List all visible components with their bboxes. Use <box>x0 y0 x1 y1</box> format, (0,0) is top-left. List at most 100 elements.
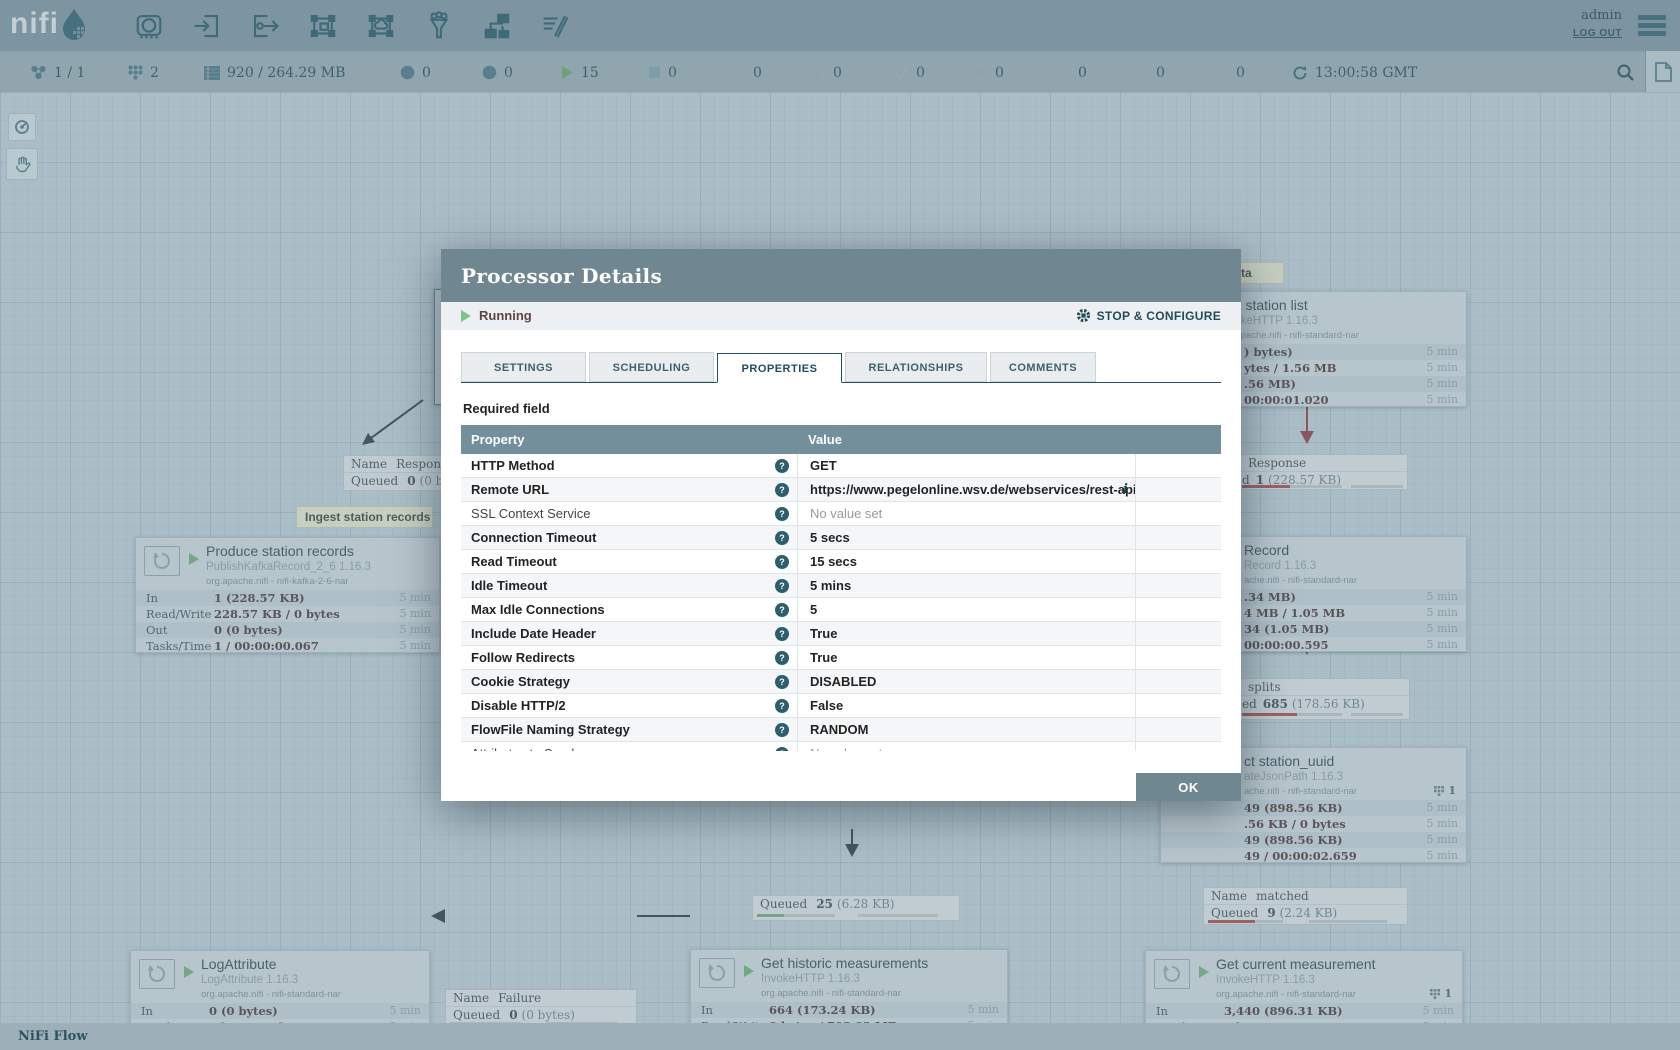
check-icon <box>894 66 909 79</box>
property-row-attributes-to-send[interactable]: Attributes to Send? No value set <box>461 742 1221 751</box>
help-icon[interactable]: ? <box>775 723 789 737</box>
remote-process-group-icon <box>366 11 396 41</box>
running-icon <box>189 553 199 565</box>
help-icon[interactable]: ? <box>775 627 789 641</box>
breadcrumb[interactable]: NiFi Flow <box>18 1029 88 1044</box>
locally-modified-count: 0 <box>974 52 1004 93</box>
cluster-node-badge: 1 <box>1430 987 1452 1000</box>
tab-relationships[interactable]: RELATIONSHIPS <box>845 352 987 382</box>
dialog-title: Processor Details <box>461 264 662 288</box>
ok-button[interactable]: OK <box>1136 773 1241 801</box>
property-row-cookie-strategy[interactable]: Cookie Strategy? DISABLED <box>461 670 1221 694</box>
refresh-icon <box>1292 65 1308 81</box>
process-group-icon <box>308 11 338 41</box>
pan-tool-button[interactable] <box>6 148 38 180</box>
transmitting-count: 0 <box>400 52 431 93</box>
processor-bundle: org.apache.nifi - nifi-kafka-2-6-nar <box>206 576 349 587</box>
drag-process-group-button[interactable] <box>302 8 344 44</box>
property-row-remote-url[interactable]: Remote URL? https://www.pegelonline.wsv.… <box>461 478 1221 502</box>
template-icon <box>482 11 512 41</box>
help-icon[interactable]: ? <box>775 651 789 665</box>
top-toolbar: nifi admin LOG OUT <box>0 0 1680 51</box>
processor-bundle: ache.nifi - nifi-standard-nar <box>1244 575 1357 586</box>
disabled-icon <box>812 65 826 80</box>
warning-icon <box>730 66 746 80</box>
dialog-status-row: Running STOP & CONFIGURE <box>441 302 1241 330</box>
property-row-follow-redirects[interactable]: Follow Redirects? True <box>461 646 1221 670</box>
drag-template-button[interactable] <box>476 8 518 44</box>
current-user: admin <box>1573 8 1622 23</box>
connection-label-live-response[interactable]: Response d1(228.57 KB) <box>1240 454 1408 490</box>
connection-label-splits[interactable]: splits ed685(178.56 KB) <box>1240 678 1410 720</box>
drag-processor-button[interactable] <box>128 8 170 44</box>
status-bar: 1 / 1 2 920 / 264.29 MB 0 0 15 0 0 <box>0 51 1680 92</box>
search-button[interactable] <box>1616 63 1635 87</box>
logout-link[interactable]: LOG OUT <box>1573 28 1622 39</box>
queue-list-icon <box>204 66 220 80</box>
processor-type-icon <box>699 958 735 988</box>
processor-type: LogAttribute 1.16.3 <box>201 974 298 986</box>
up-to-date-count: 0 <box>894 52 925 93</box>
property-row-read-timeout[interactable]: Read Timeout? 15 secs <box>461 550 1221 574</box>
dialog-tabs: SETTINGS SCHEDULING PROPERTIES RELATIONS… <box>461 352 1221 383</box>
processor-produce-station-records[interactable]: Produce station records PublishKafkaReco… <box>135 537 440 653</box>
stop-and-configure-button[interactable]: STOP & CONFIGURE <box>1076 308 1221 323</box>
help-icon[interactable]: ? <box>775 579 789 593</box>
tab-settings[interactable]: SETTINGS <box>461 352 586 382</box>
flow-label-ingest-station-records[interactable]: Ingest station records <box>296 506 433 528</box>
asterisk-icon <box>974 66 988 80</box>
property-row-connection-timeout[interactable]: Connection Timeout? 5 secs <box>461 526 1221 550</box>
property-row-ssl-context-service[interactable]: SSL Context Service? No value set <box>461 502 1221 526</box>
hand-icon <box>14 156 31 173</box>
help-icon[interactable]: ? <box>775 699 789 713</box>
drag-funnel-button[interactable] <box>418 8 460 44</box>
processor-details-dialog: Processor Details Running STOP & CONFIGU… <box>441 249 1241 801</box>
help-icon[interactable]: ? <box>775 675 789 689</box>
svg-text:?: ? <box>1219 68 1224 78</box>
connection-label-failure[interactable]: NameFailure Queued0(0 bytes) <box>445 989 637 1027</box>
help-icon[interactable]: ? <box>775 459 789 473</box>
help-icon[interactable]: ? <box>775 747 789 751</box>
birdseye-button[interactable] <box>8 113 36 141</box>
tab-properties[interactable]: PROPERTIES <box>717 353 842 383</box>
property-row-include-date-header[interactable]: Include Date Header? True <box>461 622 1221 646</box>
document-icon <box>1655 62 1672 82</box>
nifi-logo[interactable]: nifi <box>10 7 89 41</box>
help-icon[interactable]: ? <box>775 603 789 617</box>
running-icon <box>744 965 754 977</box>
property-row-max-idle-connections[interactable]: Max Idle Connections? 5 <box>461 598 1221 622</box>
property-row-http-method[interactable]: HTTP Method? GET <box>461 454 1221 478</box>
properties-table: Property Value HTTP Method? GET Remote U… <box>461 425 1221 751</box>
sync-failure-count: ? 0 <box>1214 52 1245 93</box>
help-icon[interactable]: ? <box>775 555 789 569</box>
processor-type: InvokeHTTP 1.16.3 <box>1216 974 1315 986</box>
drag-input-port-button[interactable] <box>186 8 228 44</box>
help-icon[interactable]: ? <box>775 531 789 545</box>
processor-name: Get current measurement <box>1216 956 1376 972</box>
total-queued: 920 / 264.29 MB <box>204 52 345 93</box>
last-refresh[interactable]: 13:00:58 GMT <box>1292 52 1417 93</box>
new-template-button[interactable] <box>1646 51 1680 92</box>
connection-label-historic-queue[interactable]: Queued25(6.28 KB) <box>752 895 960 921</box>
transmitting-icon <box>400 65 415 80</box>
tab-scheduling[interactable]: SCHEDULING <box>589 352 714 382</box>
processor-name: Produce station records <box>206 543 354 559</box>
drag-label-button[interactable] <box>534 8 576 44</box>
help-icon[interactable]: ? <box>775 483 789 497</box>
global-menu-button[interactable] <box>1638 15 1666 37</box>
running-icon <box>1199 966 1209 978</box>
stop-configure-icon <box>1076 308 1091 323</box>
threads-icon <box>128 65 143 80</box>
help-icon[interactable]: ? <box>775 507 789 521</box>
drag-remote-process-group-button[interactable] <box>360 8 402 44</box>
tab-comments[interactable]: COMMENTS <box>990 352 1096 382</box>
processor-bundle: ache.nifi - nifi-standard-nar <box>1244 786 1357 797</box>
info-icon[interactable]: i <box>1123 478 1128 502</box>
drag-output-port-button[interactable] <box>244 8 286 44</box>
connection-label-matched[interactable]: Namematched Queued9(2.24 KB) <box>1203 887 1408 925</box>
running-icon <box>560 65 574 80</box>
processor-stats: In1 (228.57 KB)5 min Read/Write228.57 KB… <box>136 590 439 654</box>
property-row-disable-http2[interactable]: Disable HTTP/2? False <box>461 694 1221 718</box>
property-row-idle-timeout[interactable]: Idle Timeout? 5 mins <box>461 574 1221 598</box>
property-row-flowfile-naming-strategy[interactable]: FlowFile Naming Strategy? RANDOM <box>461 718 1221 742</box>
